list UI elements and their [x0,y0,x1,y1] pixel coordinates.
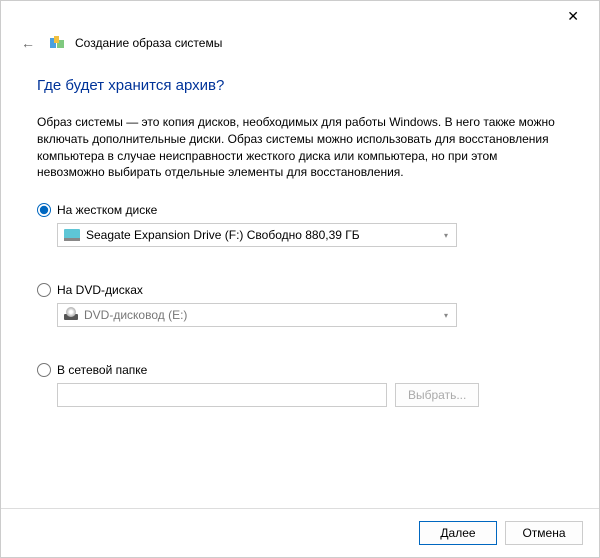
network-path-input[interactable] [57,383,387,407]
close-icon[interactable]: ✕ [559,4,587,29]
hdd-drive-text: Seagate Expansion Drive (F:) Свободно 88… [86,228,360,242]
drive-icon [64,229,80,241]
dvd-drive-select[interactable]: DVD-дисковод (E:) ▾ [57,303,457,327]
wizard-window: ✕ ← Создание образа системы Где будет хр… [0,0,600,558]
chevron-down-icon: ▾ [444,311,448,320]
radio-hdd[interactable] [37,203,51,217]
option-hdd-row[interactable]: На жестком диске [37,203,563,217]
titlebar: ✕ [1,1,599,31]
option-network-label: В сетевой папке [57,363,147,377]
chevron-down-icon: ▾ [444,231,448,240]
network-path-row: Выбрать... [57,383,563,407]
back-arrow-icon[interactable]: ← [17,33,39,53]
next-button[interactable]: Далее [419,521,497,545]
system-image-icon [49,35,65,51]
page-heading: Где будет хранится архив? [37,77,563,94]
dvd-drive-text: DVD-дисковод (E:) [84,308,187,322]
option-dvd-label: На DVD-дисках [57,283,143,297]
option-dvd: На DVD-дисках DVD-дисковод (E:) ▾ [37,283,563,327]
page-description: Образ системы — это копия дисков, необхо… [37,114,563,181]
option-dvd-row[interactable]: На DVD-дисках [37,283,563,297]
header-row: ← Создание образа системы [1,31,599,61]
window-title: Создание образа системы [75,36,222,50]
content-area: Где будет хранится архив? Образ системы … [1,61,599,508]
option-hdd: На жестком диске Seagate Expansion Drive… [37,203,563,247]
radio-network[interactable] [37,363,51,377]
cancel-button[interactable]: Отмена [505,521,583,545]
option-network: В сетевой папке Выбрать... [37,363,563,407]
radio-dvd[interactable] [37,283,51,297]
option-hdd-label: На жестком диске [57,203,157,217]
browse-button[interactable]: Выбрать... [395,383,479,407]
footer: Далее Отмена [1,508,599,557]
option-network-row[interactable]: В сетевой папке [37,363,563,377]
hdd-drive-select[interactable]: Seagate Expansion Drive (F:) Свободно 88… [57,223,457,247]
dvd-icon [64,310,78,320]
